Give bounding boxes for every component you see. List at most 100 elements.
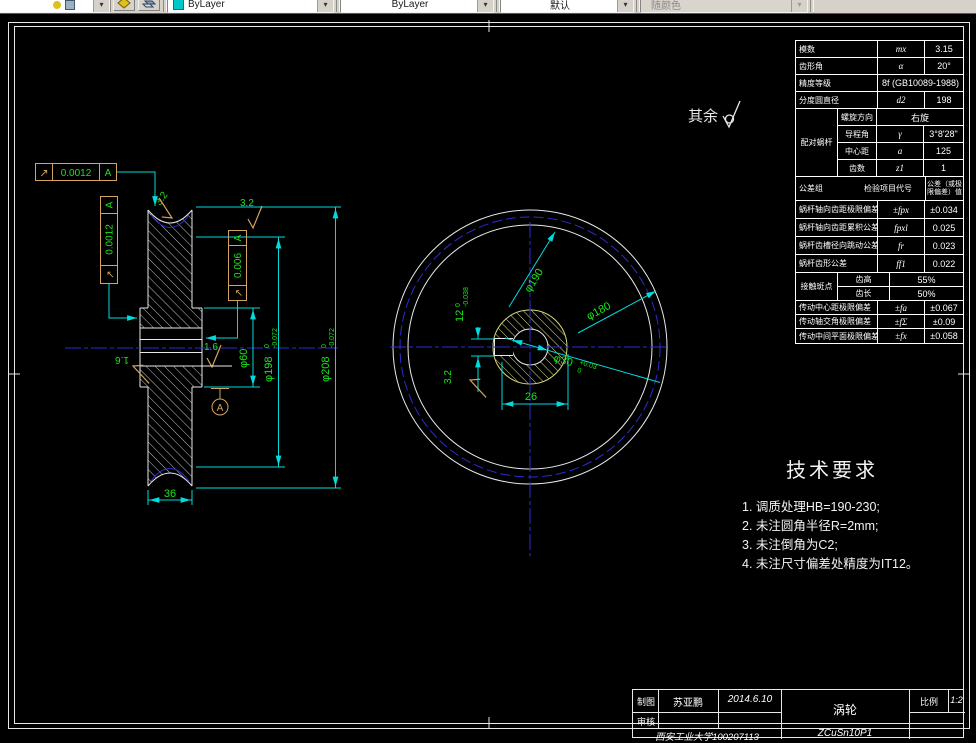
front-view: 12 0 -0.038 3.2 26 φ30 +0.03 0 φ190 φ180: [390, 209, 668, 556]
table-row: 蜗杆齿形公差 ff1 0.022: [796, 255, 963, 273]
param-value: 198: [936, 95, 952, 105]
param-label: 螺旋方向: [838, 109, 877, 125]
table-subrow: 导程角 γ 3°8'28": [838, 126, 963, 143]
param-symbol: ±fΣ: [878, 315, 925, 328]
runout-symbol-icon: ↗: [234, 289, 245, 297]
gear-parameter-table: 模数 mx 3.15 齿形角 α 20° 精度等级 8f (GB10089-19…: [795, 40, 964, 344]
plotstyle-combo[interactable]: 随颜色: [640, 0, 808, 13]
dim-key12-text: 12 0 -0.038: [454, 287, 470, 322]
fcf-runout-top: ↗ 0.0012 A: [35, 163, 158, 206]
header-tolerance-group: 公差组: [799, 184, 823, 193]
tech-req-item: 3. 未注倒角为C2;: [742, 538, 838, 552]
param-value: 50%: [917, 288, 936, 299]
fcf-runout-left: A 0.0012 ↗: [100, 196, 137, 321]
param-symbol: ±fpx: [878, 201, 925, 218]
color-combo[interactable]: ByLayer: [167, 0, 334, 13]
dim-dia190-leader: [508, 231, 556, 308]
dim-dia60-text: φ60: [238, 349, 250, 368]
svg-text:0.0012: 0.0012: [61, 168, 92, 179]
material: ZCuSn10P1: [817, 728, 873, 739]
scale-label: 比例: [919, 697, 938, 707]
roughness-1_6-bore-text: 1.6: [204, 342, 218, 353]
param-value: 1: [940, 163, 946, 173]
lineweight-combo[interactable]: 默认: [500, 0, 634, 13]
plotstyle-combo-arrow[interactable]: [791, 0, 807, 12]
param-label: 传动轴交角极限偏差: [796, 315, 878, 328]
param-value: ±0.09: [932, 316, 956, 327]
param-label: 齿长: [838, 287, 890, 300]
param-label: 中心距: [838, 143, 877, 159]
param-symbol: a: [877, 143, 924, 159]
title-block: 制图 苏亚鹏 2014.6.10 审核 西安工业大学100207113 涡轮 Z…: [632, 689, 965, 743]
svg-text:φ208: φ208: [320, 357, 332, 383]
table-subrow: 螺旋方向 右旋: [838, 109, 963, 126]
param-value: 0.023: [932, 240, 956, 251]
svg-text:0.0012: 0.0012: [105, 224, 116, 255]
param-label: 蜗杆轴向齿距极限偏差: [796, 201, 878, 218]
drawer-name: 苏亚鹏: [673, 698, 703, 709]
dim-key12: [471, 327, 494, 392]
color-swatch-icon: [173, 0, 184, 10]
param-label: 齿高: [838, 273, 890, 286]
param-label: 导程角: [838, 126, 877, 142]
part-name: 涡轮: [832, 703, 857, 717]
svg-text:0: 0: [264, 344, 271, 348]
drawing-canvas[interactable]: 其余 φ60 φ198 0 -0.072 φ208 0 -0.072 36 3.…: [0, 14, 976, 743]
table-subrow: 中心距 a 125: [838, 143, 963, 160]
param-symbol: ±fa: [878, 301, 925, 314]
table-row: 蜗杆轴向齿距累积公差 fpxl 0.025: [796, 219, 963, 237]
organization: 西安工业大学100207113: [655, 732, 759, 743]
layers-icon: [142, 0, 156, 8]
drawn-by-label: 制图: [636, 697, 655, 707]
roughness-icon: [247, 205, 263, 229]
layer-lock-icon: [65, 0, 75, 10]
table-row: 蜗杆齿槽径向跳动公差 fr 0.023: [796, 237, 963, 255]
table-row: 分度圆直径 d2 198: [796, 92, 963, 109]
layer-combo[interactable]: [0, 0, 110, 13]
param-symbol: d2: [878, 92, 925, 108]
toolbar-separator: [810, 0, 814, 12]
table-subrow: 齿长 50%: [838, 287, 963, 300]
svg-text:-0.072: -0.072: [272, 328, 279, 348]
tech-req-item: 1. 调质处理HB=190-230;: [742, 500, 880, 514]
dim-width36-text: 36: [164, 488, 176, 500]
param-label: 齿数: [838, 160, 877, 176]
table-row: 精度等级 8f (GB10089-1988): [796, 75, 963, 92]
roughness-3_2-top-text: 3.2: [240, 198, 254, 209]
param-symbol: mx: [878, 41, 925, 57]
svg-text:0: 0: [321, 344, 328, 348]
param-value: ±0.034: [930, 204, 958, 215]
table-row: 蜗杆轴向齿距极限偏差 ±fpx ±0.034: [796, 201, 963, 219]
linetype-combo[interactable]: ByLayer: [340, 0, 494, 13]
table-row-mate: 配对蜗杆 螺旋方向 右旋 导程角 γ 3°8'28" 中心距 a 125 齿数: [796, 109, 963, 177]
header-check-item: 检验项目代号: [864, 184, 912, 193]
linetype-combo-arrow[interactable]: [477, 0, 493, 12]
roughness-icon: [465, 374, 493, 399]
technical-requirements: 技术要求 1. 调质处理HB=190-230; 2. 未注圆角半径R=2mm; …: [742, 454, 970, 574]
table-row: 齿形角 α 20°: [796, 58, 963, 75]
dim-width26-text: 26: [525, 391, 537, 403]
other-roughness-note: 其余: [688, 100, 741, 128]
param-value: ±0.058: [930, 331, 958, 341]
roughness-3_2-front-text: 3.2: [443, 370, 454, 384]
param-value: 3.15: [935, 44, 953, 54]
param-label: 蜗杆齿槽径向跳动公差: [796, 237, 878, 254]
param-value: ±0.067: [930, 302, 958, 313]
dim-dia190-text: φ190: [522, 267, 546, 295]
section-view: φ60 φ198 0 -0.072 φ208 0 -0.072 36 3.2 3…: [35, 163, 341, 505]
color-combo-value: ByLayer: [188, 0, 225, 10]
param-value: 右旋: [910, 112, 929, 123]
layer-manager-button[interactable]: [138, 0, 160, 11]
drawing-date: 2014.6.10: [727, 694, 773, 705]
other-roughness-label: 其余: [688, 107, 718, 125]
make-object-layer-current-button[interactable]: [113, 0, 135, 11]
table-subrow: 齿数 z1 1: [838, 160, 963, 176]
lineweight-combo-arrow[interactable]: [617, 0, 633, 12]
make-layer-current-icon: [117, 0, 131, 9]
roughness-3_2-arc-text: 3.2: [153, 190, 170, 208]
svg-text:12: 12: [454, 310, 466, 322]
dim-dia180-text: φ180: [585, 300, 613, 323]
layer-combo-arrow[interactable]: [93, 0, 109, 12]
param-label: 精度等级: [796, 75, 878, 91]
color-combo-arrow[interactable]: [317, 0, 333, 12]
